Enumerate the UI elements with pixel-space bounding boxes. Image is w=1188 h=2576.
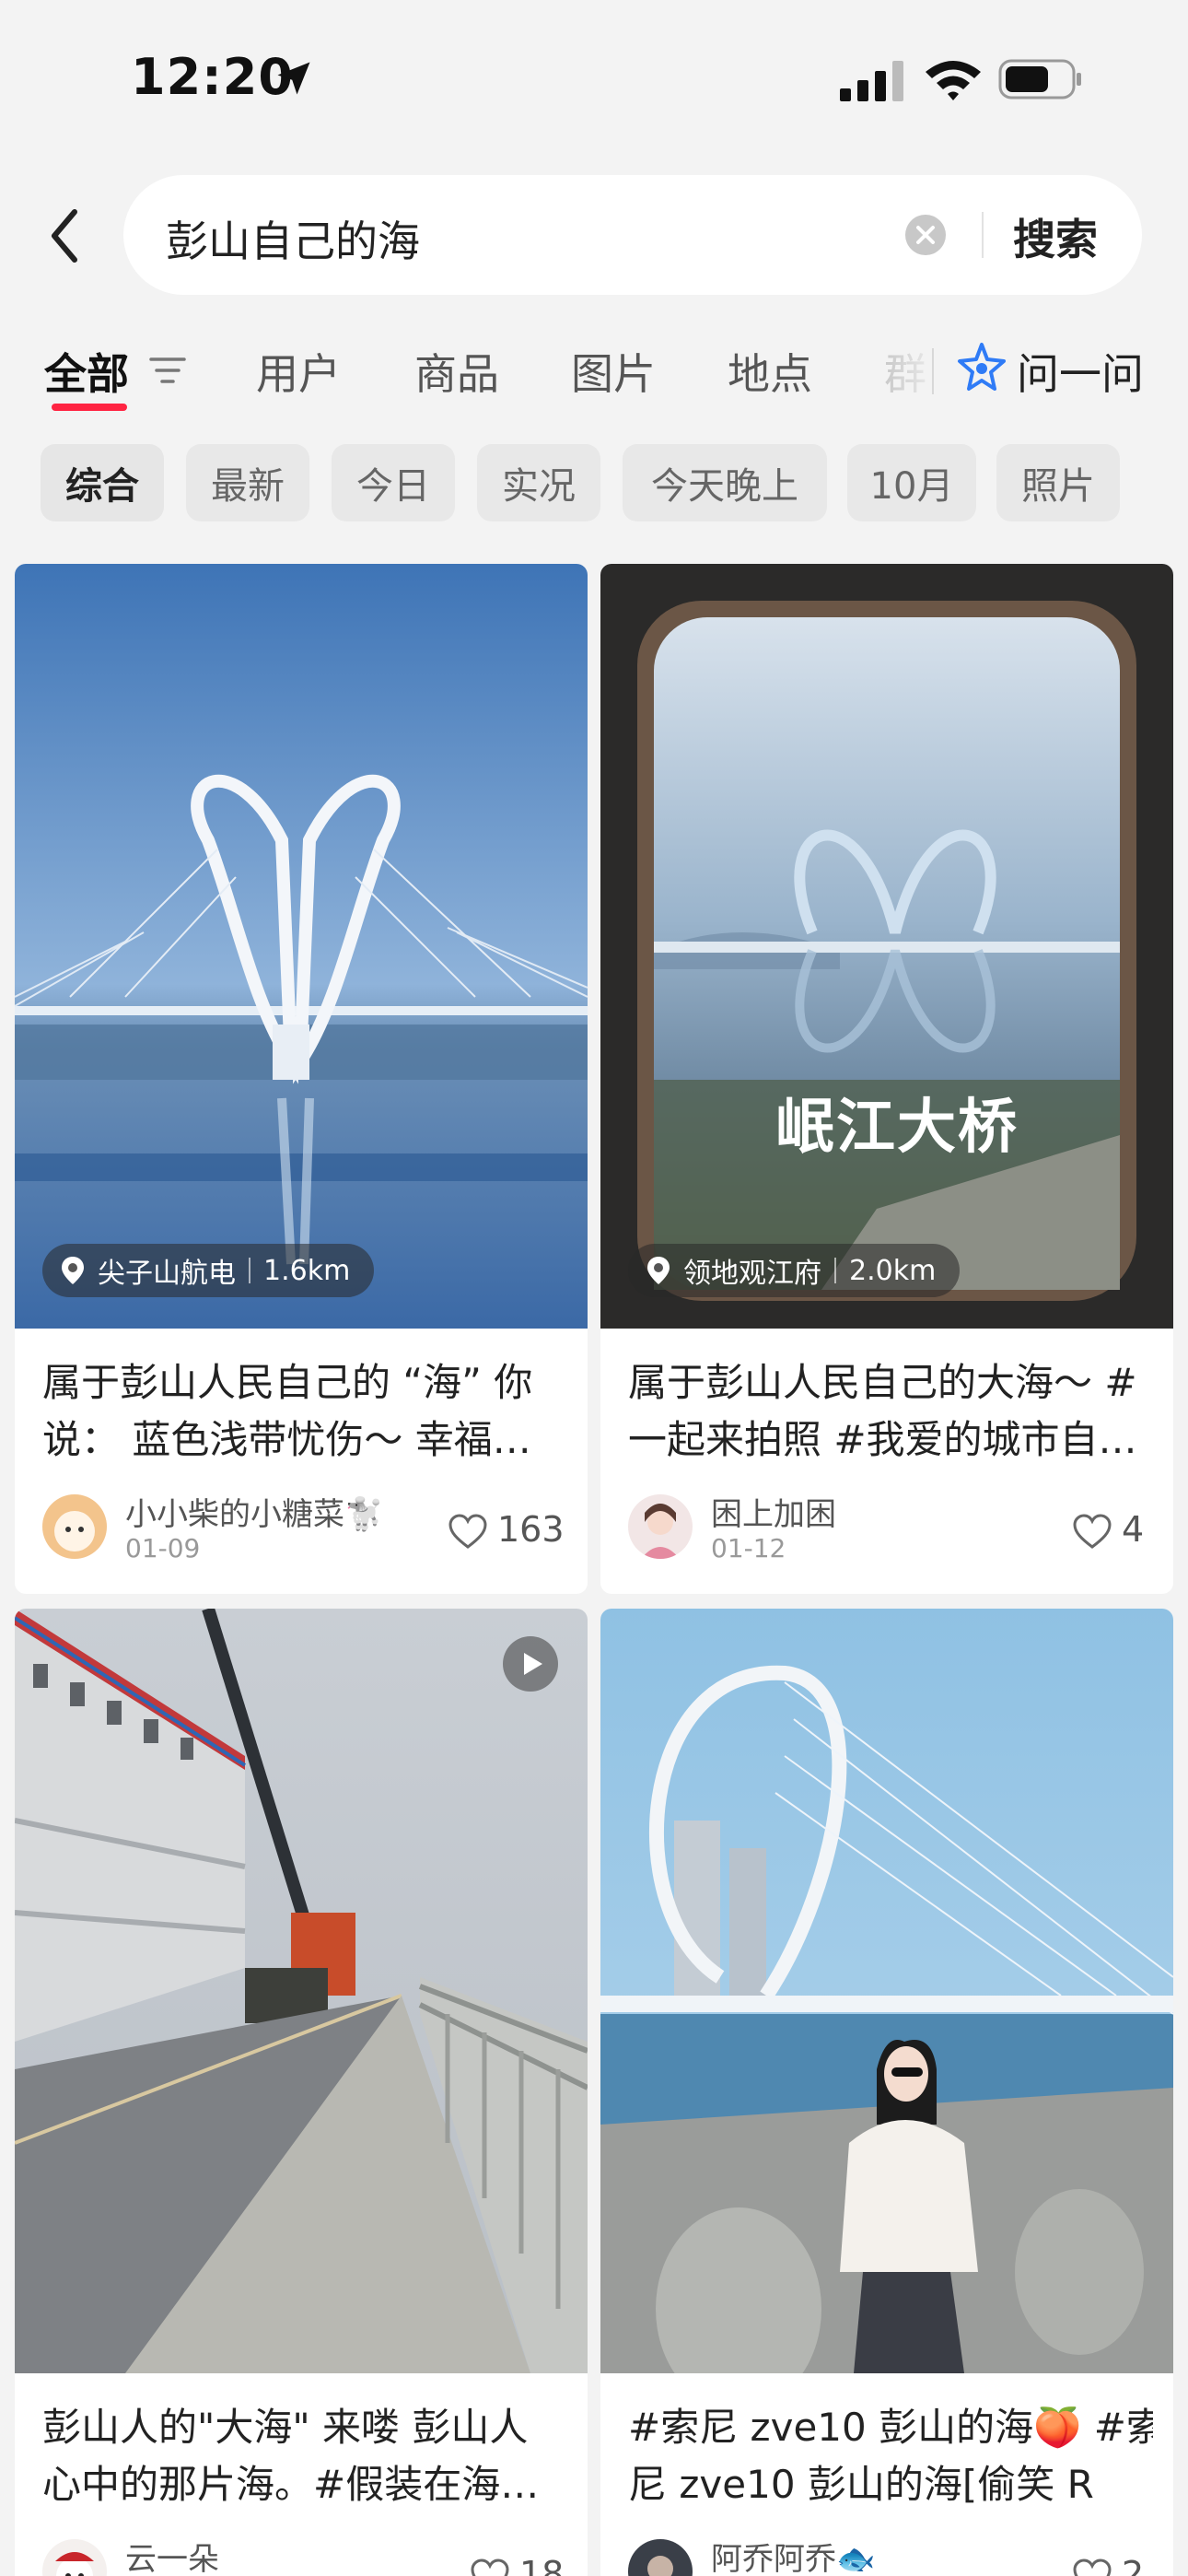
post-title[interactable]: 属于彭山人民自己的 “海” 你 说： 蓝色浅带忧伤～ 幸福… — [42, 1354, 567, 1469]
location-pin-icon — [647, 1257, 670, 1284]
location-name: 尖子山航电 — [98, 1258, 236, 1290]
tab-separator — [932, 348, 934, 394]
chip-tonight[interactable]: 今天晚上 — [623, 444, 827, 521]
location-tag[interactable]: 尖子山航电 1.6km — [42, 1244, 375, 1297]
tab-all[interactable]: 全部 — [44, 341, 129, 402]
play-icon[interactable] — [501, 1634, 560, 1693]
post-image[interactable] — [600, 1609, 1173, 2373]
filter-icon[interactable] — [147, 352, 188, 389]
search-divider — [982, 212, 984, 258]
search-results-page: 12:20 彭山自己的海 搜索 全部 用户 商品 图片 地点 问一问 综合 最新… — [0, 0, 1188, 2576]
sparkle-icon[interactable] — [954, 341, 1009, 396]
post-card[interactable]: 岷江大桥 领地观江府 2.0km 属于彭山人民自己的大海～ # 一起来拍照 #我… — [600, 564, 1173, 1594]
tab-images[interactable]: 图片 — [571, 341, 656, 402]
location-distance: 1.6km — [263, 1254, 351, 1287]
post-title-line: #索尼 zve10 彭山的海🍑 #索 — [628, 2405, 1153, 2450]
active-tab-indicator — [52, 404, 127, 411]
avatar[interactable] — [42, 2539, 107, 2576]
post-title-line: 属于彭山人民自己的 “海” 你 — [42, 1360, 533, 1405]
location-arrow-icon — [277, 62, 310, 95]
search-button[interactable]: 搜索 — [1013, 206, 1098, 267]
tab-fade — [864, 332, 947, 415]
battery-icon — [998, 59, 1081, 100]
post-date: 01-12 — [711, 1533, 786, 1563]
location-name: 领地观江府 — [683, 1258, 821, 1290]
author-name[interactable]: 小小柴的小糖菜🐩 — [125, 1489, 383, 1534]
chip-october[interactable]: 10月 — [847, 444, 976, 521]
post-title-line: 属于彭山人民自己的大海～ # — [628, 1360, 1137, 1405]
post-card[interactable]: 尖子山航电 1.6km 属于彭山人民自己的 “海” 你 说： 蓝色浅带忧伤～ 幸… — [15, 564, 588, 1594]
author-name[interactable]: 阿乔阿乔🐟 — [711, 2534, 875, 2576]
post-title[interactable]: #索尼 zve10 彭山的海🍑 #索 尼 zve10 彭山的海[偷笑 R — [628, 2399, 1153, 2513]
post-title-line: 彭山人的"大海" 来喽 彭山人 — [42, 2405, 529, 2450]
author-name[interactable]: 云一朵 — [125, 2534, 219, 2576]
like-count: 163 — [497, 1509, 565, 1550]
like-count: 4 — [1122, 1509, 1145, 1550]
avatar[interactable] — [42, 1494, 107, 1559]
post-title-line: 一起来拍照 #我爱的城市自… — [628, 1417, 1137, 1462]
chip-today[interactable]: 今日 — [332, 444, 455, 521]
post-card[interactable]: 彭山人的"大海" 来喽 彭山人 心中的那片海。#假装在海… 云一朵 18 — [15, 1609, 588, 2576]
filter-chips: 综合 最新 今日 实况 今天晚上 10月 照片 — [0, 444, 1188, 523]
chip-photos[interactable]: 照片 — [996, 444, 1120, 521]
ask-button[interactable]: 问一问 — [1017, 341, 1144, 402]
avatar[interactable] — [628, 1494, 693, 1559]
search-input[interactable]: 彭山自己的海 搜索 — [123, 175, 1142, 295]
heart-icon[interactable] — [1072, 2558, 1112, 2576]
location-distance: 2.0km — [849, 1254, 937, 1287]
chip-live[interactable]: 实况 — [477, 444, 600, 521]
post-date: 01-09 — [125, 1533, 201, 1563]
post-title[interactable]: 属于彭山人民自己的大海～ # 一起来拍照 #我爱的城市自… — [628, 1354, 1153, 1469]
tab-products[interactable]: 商品 — [414, 341, 499, 402]
post-card[interactable]: #索尼 zve10 彭山的海🍑 #索 尼 zve10 彭山的海[偷笑 R 阿乔阿… — [600, 1609, 1173, 2576]
heart-icon[interactable] — [470, 2558, 510, 2576]
post-title-line: 心中的那片海。#假装在海… — [42, 2462, 540, 2507]
post-title-line: 尼 zve10 彭山的海[偷笑 R — [628, 2462, 1094, 2507]
status-bar: 12:20 — [0, 0, 1188, 157]
tab-places[interactable]: 地点 — [728, 341, 812, 402]
image-overlay-text: 岷江大桥 — [775, 1093, 1019, 1162]
like-count: 18 — [519, 2554, 565, 2576]
location-tag[interactable]: 领地观江府 2.0km — [628, 1244, 961, 1297]
post-image[interactable] — [600, 564, 1173, 1329]
heart-icon[interactable] — [1072, 1513, 1112, 1550]
location-pin-icon — [62, 1257, 84, 1284]
wifi-icon — [926, 61, 981, 100]
post-title[interactable]: 彭山人的"大海" 来喽 彭山人 心中的那片海。#假装在海… — [42, 2399, 567, 2513]
like-count: 2 — [1122, 2554, 1145, 2576]
avatar[interactable] — [628, 2539, 693, 2576]
chip-comprehensive[interactable]: 综合 — [41, 444, 164, 521]
cellular-signal-icon — [840, 61, 903, 101]
tab-users[interactable]: 用户 — [256, 341, 341, 402]
heart-icon[interactable] — [448, 1513, 488, 1550]
back-button[interactable] — [37, 201, 92, 271]
post-title-line: 说： 蓝色浅带忧伤～ 幸福… — [42, 1417, 531, 1462]
author-name[interactable]: 困上加困 — [711, 1489, 836, 1534]
chip-latest[interactable]: 最新 — [186, 444, 309, 521]
post-image[interactable] — [15, 1609, 588, 2373]
location-separator — [249, 1258, 250, 1283]
clear-icon[interactable] — [904, 214, 947, 256]
chevron-left-icon — [52, 209, 77, 263]
search-query-text[interactable]: 彭山自己的海 — [166, 208, 420, 269]
post-image[interactable] — [15, 564, 588, 1329]
category-tabs: 全部 用户 商品 图片 地点 群 问一问 — [0, 332, 1188, 424]
status-time: 12:20 — [131, 48, 294, 106]
location-separator — [834, 1258, 836, 1283]
